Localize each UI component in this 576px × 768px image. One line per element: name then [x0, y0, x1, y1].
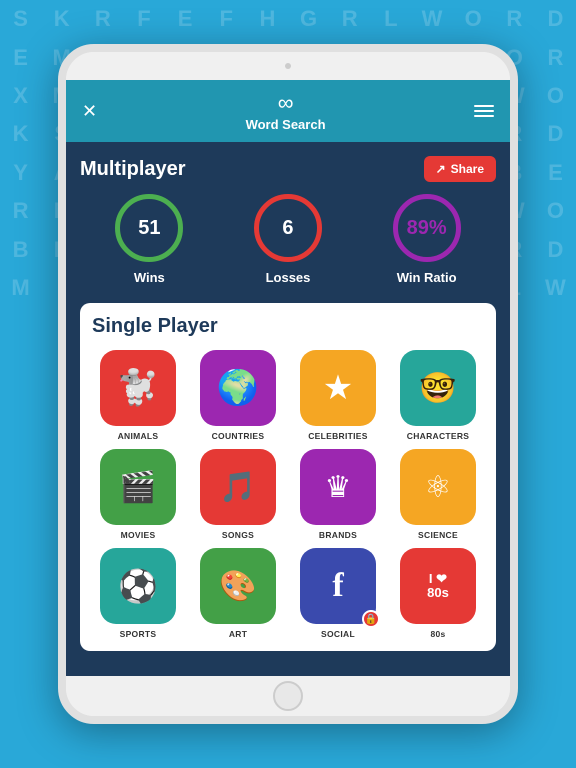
characters-label: CHARACTERS — [407, 431, 470, 441]
science-icon-box: ⚛ — [400, 449, 476, 525]
characters-icon: 🤓 — [419, 371, 456, 406]
screen: ✕ ∞ Word Search Multiplayer ↗ Share — [66, 80, 510, 676]
countries-icon-box: 🌍 — [200, 350, 276, 426]
social-label: SOCIAL — [321, 629, 355, 639]
movies-label: MOVIES — [121, 530, 156, 540]
share-icon: ↗ — [436, 162, 446, 176]
ratio-stat: 89% Win Ratio — [393, 194, 461, 285]
80s-icon: I ❤80s — [427, 572, 449, 601]
lock-badge: 🔒 — [362, 610, 380, 628]
menu-line-1 — [474, 105, 494, 107]
losses-stat: 6 Losses — [254, 194, 322, 285]
app-header: ✕ ∞ Word Search — [66, 80, 510, 142]
category-celebrities[interactable]: ★ CELEBRITIES — [292, 350, 384, 441]
share-button[interactable]: ↗ Share — [424, 156, 496, 182]
songs-icon-box: 🎵 — [200, 449, 276, 525]
tablet-device: ✕ ∞ Word Search Multiplayer ↗ Share — [58, 44, 518, 724]
category-social[interactable]: f 🔒 SOCIAL — [292, 548, 384, 639]
art-icon: 🎨 — [219, 569, 256, 604]
front-camera — [285, 63, 291, 69]
category-sports[interactable]: ⚽ SPORTS — [92, 548, 184, 639]
countries-icon: 🌍 — [217, 368, 259, 408]
single-player-section: Single Player 🐩 ANIMALS 🌍 COUNTRIES — [80, 303, 496, 651]
brands-icon: ♛ — [325, 470, 352, 505]
celebrities-icon-box: ★ — [300, 350, 376, 426]
multiplayer-header: Multiplayer ↗ Share — [80, 156, 496, 182]
infinity-icon: ∞ — [278, 90, 294, 116]
category-characters[interactable]: 🤓 CHARACTERS — [392, 350, 484, 441]
category-animals[interactable]: 🐩 ANIMALS — [92, 350, 184, 441]
movies-icon: 🎬 — [119, 470, 156, 505]
ratio-value: 89% — [407, 217, 447, 240]
animals-label: ANIMALS — [118, 431, 159, 441]
tablet-bottom-bar — [66, 676, 510, 716]
home-button[interactable] — [273, 681, 303, 711]
wins-label: Wins — [134, 270, 165, 285]
80s-label: 80s — [430, 629, 445, 639]
menu-line-3 — [474, 115, 494, 117]
close-button[interactable]: ✕ — [82, 101, 97, 122]
categories-grid: 🐩 ANIMALS 🌍 COUNTRIES ★ C — [92, 350, 484, 639]
songs-label: SONGS — [222, 530, 254, 540]
sports-icon: ⚽ — [118, 567, 158, 605]
tablet-top-bar — [66, 52, 510, 80]
header-center: ∞ Word Search — [246, 90, 326, 132]
brands-icon-box: ♛ — [300, 449, 376, 525]
characters-icon-box: 🤓 — [400, 350, 476, 426]
losses-label: Losses — [266, 270, 311, 285]
losses-value: 6 — [282, 217, 293, 240]
category-brands[interactable]: ♛ BRANDS — [292, 449, 384, 540]
movies-icon-box: 🎬 — [100, 449, 176, 525]
ratio-circle: 89% — [393, 194, 461, 262]
stats-row: 51 Wins 6 Losses 89% Win Ratio — [80, 194, 496, 285]
celebrities-label: CELEBRITIES — [308, 431, 368, 441]
wins-circle: 51 — [115, 194, 183, 262]
wins-stat: 51 Wins — [115, 194, 183, 285]
80s-icon-box: I ❤80s — [400, 548, 476, 624]
ratio-label: Win Ratio — [397, 270, 457, 285]
brands-label: BRANDS — [319, 530, 357, 540]
science-label: SCIENCE — [418, 530, 458, 540]
sports-label: SPORTS — [120, 629, 157, 639]
category-songs[interactable]: 🎵 SONGS — [192, 449, 284, 540]
wins-value: 51 — [138, 217, 160, 240]
category-movies[interactable]: 🎬 MOVIES — [92, 449, 184, 540]
category-art[interactable]: 🎨 ART — [192, 548, 284, 639]
art-icon-box: 🎨 — [200, 548, 276, 624]
app-title: Word Search — [246, 117, 326, 132]
countries-label: COUNTRIES — [212, 431, 265, 441]
losses-circle: 6 — [254, 194, 322, 262]
songs-icon: 🎵 — [219, 470, 256, 505]
share-label: Share — [451, 162, 484, 176]
category-80s[interactable]: I ❤80s 80s — [392, 548, 484, 639]
science-icon: ⚛ — [425, 470, 452, 505]
main-content: Multiplayer ↗ Share 51 Wins 6 Lo — [66, 142, 510, 676]
menu-line-2 — [474, 110, 494, 112]
celebrities-icon: ★ — [323, 368, 353, 408]
social-icon: f — [332, 567, 343, 605]
single-player-title: Single Player — [92, 315, 484, 338]
art-label: ART — [229, 629, 247, 639]
sports-icon-box: ⚽ — [100, 548, 176, 624]
animals-icon: 🐩 — [117, 368, 159, 408]
category-countries[interactable]: 🌍 COUNTRIES — [192, 350, 284, 441]
category-science[interactable]: ⚛ SCIENCE — [392, 449, 484, 540]
social-icon-box: f 🔒 — [300, 548, 376, 624]
multiplayer-title: Multiplayer — [80, 158, 186, 181]
animals-icon-box: 🐩 — [100, 350, 176, 426]
menu-button[interactable] — [474, 105, 494, 117]
